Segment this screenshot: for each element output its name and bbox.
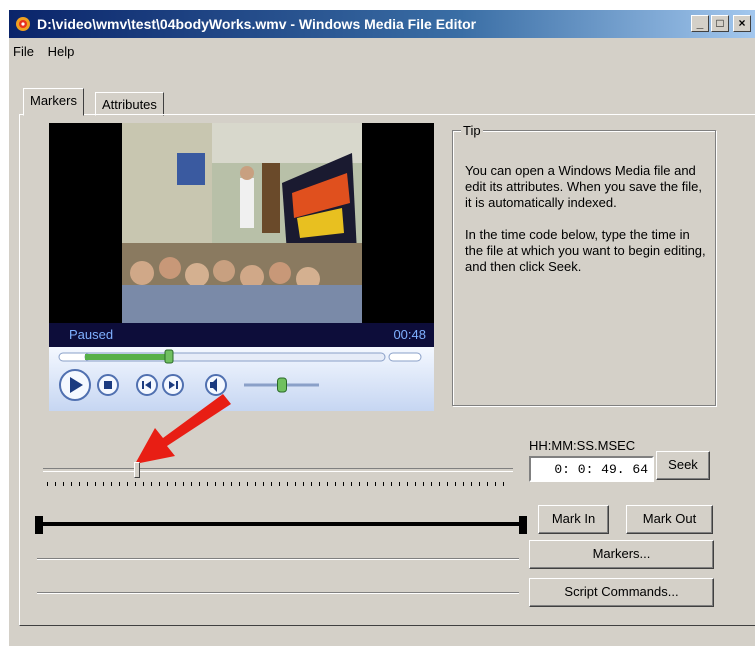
annotation-arrow bbox=[135, 394, 231, 464]
slider-ticks bbox=[47, 482, 511, 486]
range-start-marker[interactable] bbox=[35, 516, 43, 534]
position-slider-track[interactable] bbox=[43, 468, 513, 472]
range-bar bbox=[43, 522, 519, 526]
stop-icon[interactable] bbox=[97, 374, 119, 396]
media-player: Paused 00:48 bbox=[49, 123, 434, 411]
video-frame bbox=[122, 123, 362, 323]
timecode-input[interactable]: 0: 0: 49. 64 bbox=[529, 456, 654, 482]
timecode-label: HH:MM:SS.MSEC bbox=[529, 438, 636, 453]
menu-file[interactable]: File bbox=[9, 42, 40, 59]
window-title: D:\video\wmv\test\04bodyWorks.wmv - Wind… bbox=[37, 16, 477, 32]
tip-groupbox: Tip You can open a Windows Media file an… bbox=[452, 123, 716, 406]
minimize-button[interactable]: _ bbox=[691, 15, 709, 32]
menu-bar: File Help bbox=[9, 42, 80, 62]
app-icon bbox=[16, 17, 30, 31]
seek-button[interactable]: Seek bbox=[656, 451, 710, 480]
markers-button[interactable]: Markers... bbox=[529, 540, 714, 569]
script-commands-button[interactable]: Script Commands... bbox=[529, 578, 714, 607]
video-area bbox=[49, 123, 434, 323]
player-controls-art bbox=[58, 349, 422, 401]
player-status-bar: Paused 00:48 bbox=[49, 323, 434, 347]
range-end-marker[interactable] bbox=[519, 516, 527, 534]
tab-attributes[interactable]: Attributes bbox=[95, 92, 164, 116]
markers-track bbox=[37, 558, 519, 560]
play-icon[interactable] bbox=[59, 369, 91, 401]
tab-markers[interactable]: Markers bbox=[23, 88, 84, 116]
tip-paragraph-2: In the time code below, type the time in… bbox=[465, 227, 706, 274]
player-time: 00:48 bbox=[393, 327, 426, 342]
mark-in-button[interactable]: Mark In bbox=[538, 505, 609, 534]
title-bar[interactable]: D:\video\wmv\test\04bodyWorks.wmv - Wind… bbox=[9, 10, 755, 38]
volume-thumb[interactable] bbox=[277, 377, 287, 393]
menu-help[interactable]: Help bbox=[44, 42, 81, 59]
main-window: D:\video\wmv\test\04bodyWorks.wmv - Wind… bbox=[8, 10, 755, 646]
seek-thumb[interactable] bbox=[164, 349, 174, 364]
close-button[interactable]: × bbox=[733, 15, 751, 32]
position-slider-thumb[interactable] bbox=[134, 462, 140, 478]
tip-paragraph-1: You can open a Windows Media file and ed… bbox=[465, 163, 703, 210]
player-status: Paused bbox=[69, 327, 114, 342]
mark-out-button[interactable]: Mark Out bbox=[626, 505, 713, 534]
player-controls bbox=[49, 347, 434, 411]
seek-bar-fill bbox=[85, 354, 169, 360]
tip-title: Tip bbox=[461, 123, 483, 138]
script-commands-track bbox=[37, 592, 519, 594]
maximize-button[interactable]: □ bbox=[711, 15, 729, 32]
